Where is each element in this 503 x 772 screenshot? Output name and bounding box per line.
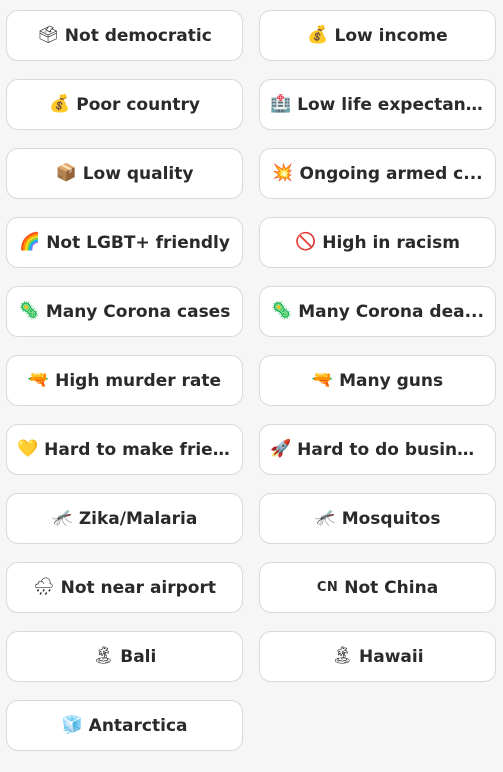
filter-chip-mosquitos[interactable]: 🦟 Mosquitos xyxy=(259,493,496,544)
filter-chip-label: Zika/Malaria xyxy=(78,508,198,529)
china-flag-icon: CN xyxy=(316,580,339,595)
filter-chip-zika-malaria[interactable]: 🦟 Zika/Malaria xyxy=(6,493,243,544)
filter-chip-label: Mosquitos xyxy=(341,508,441,529)
filter-chip-hard-to-do-business[interactable]: 🚀 Hard to do busine... xyxy=(259,424,496,475)
filter-chip-label: Many Corona dea... xyxy=(298,301,484,322)
microbe-icon: 🦠 xyxy=(271,301,293,321)
filter-chip-low-life-expectancy[interactable]: 🏥 Low life expectan... xyxy=(259,79,496,130)
filter-chip-low-quality[interactable]: 📦 Low quality xyxy=(6,148,243,199)
microbe-icon: 🦠 xyxy=(18,301,40,321)
filter-chip-label: Not democratic xyxy=(64,25,212,46)
water-pistol-icon: 🔫 xyxy=(27,370,50,390)
rocket-icon: 🚀 xyxy=(270,439,292,459)
filter-chip-label: Not China xyxy=(344,577,439,598)
water-pistol-icon: 🔫 xyxy=(311,370,334,390)
filter-chip-label: Antarctica xyxy=(88,715,188,736)
filter-chip-many-guns[interactable]: 🔫 Many guns xyxy=(259,355,496,406)
desert-island-icon: 🏝 xyxy=(331,646,354,666)
filter-chip-grid: 🗳 Not democratic 💰 Low income 💰 Poor cou… xyxy=(0,0,503,772)
ballot-box-icon: 🗳 xyxy=(37,25,59,45)
mosquito-icon: 🦟 xyxy=(51,508,73,528)
rainbow-icon: 🌈 xyxy=(19,232,41,252)
filter-chip-high-murder-rate[interactable]: 🔫 High murder rate xyxy=(6,355,243,406)
filter-chip-label: Not near airport xyxy=(60,577,216,598)
desert-island-icon: 🏝 xyxy=(92,646,115,666)
filter-chip-label: Hawaii xyxy=(359,646,424,667)
filter-chip-many-corona-deaths[interactable]: 🦠 Many Corona dea... xyxy=(259,286,496,337)
filter-chip-label: Bali xyxy=(120,646,157,667)
filter-chip-hard-to-make-friends[interactable]: 💛 Hard to make frie... xyxy=(6,424,243,475)
money-bag-icon: 💰 xyxy=(307,25,329,45)
prohibited-icon: 🚫 xyxy=(295,232,317,252)
filter-chip-label: Ongoing armed c... xyxy=(299,163,483,184)
filter-chip-label: High in racism xyxy=(322,232,460,253)
cloud-rain-icon: 🌧 xyxy=(33,577,55,597)
filter-chip-label: Low life expectan... xyxy=(297,94,485,115)
filter-chip-antarctica[interactable]: 🧊 Antarctica xyxy=(6,700,243,751)
filter-chip-bali[interactable]: 🏝 Bali xyxy=(6,631,243,682)
filter-chip-not-near-airport[interactable]: 🌧 Not near airport xyxy=(6,562,243,613)
filter-chip-poor-country[interactable]: 💰 Poor country xyxy=(6,79,243,130)
money-bag-icon: 💰 xyxy=(49,94,71,114)
filter-chip-high-in-racism[interactable]: 🚫 High in racism xyxy=(259,217,496,268)
filter-chip-low-income[interactable]: 💰 Low income xyxy=(259,10,496,61)
mosquito-icon: 🦟 xyxy=(314,508,336,528)
filter-chip-hawaii[interactable]: 🏝 Hawaii xyxy=(259,631,496,682)
filter-chip-label: Not LGBT+ friendly xyxy=(46,232,230,253)
filter-chip-not-china[interactable]: CN Not China xyxy=(259,562,496,613)
filter-chip-label: Poor country xyxy=(76,94,200,115)
package-icon: 📦 xyxy=(55,163,77,183)
filter-chip-many-corona-cases[interactable]: 🦠 Many Corona cases xyxy=(6,286,243,337)
filter-chip-label: Hard to make frie... xyxy=(44,439,232,460)
collision-icon: 💥 xyxy=(272,163,294,183)
ice-cube-icon: 🧊 xyxy=(61,715,83,735)
filter-chip-label: Hard to do busine... xyxy=(297,439,485,460)
filter-chip-label: Low income xyxy=(334,25,448,46)
filter-chip-label: Many Corona cases xyxy=(45,301,231,322)
heart-icon: 💛 xyxy=(17,439,39,459)
hospital-icon: 🏥 xyxy=(270,94,292,114)
filter-chip-label: High murder rate xyxy=(55,370,222,391)
filter-chip-not-lgbt-friendly[interactable]: 🌈 Not LGBT+ friendly xyxy=(6,217,243,268)
filter-chip-not-democratic[interactable]: 🗳 Not democratic xyxy=(6,10,243,61)
filter-chip-label: Many guns xyxy=(339,370,444,391)
filter-chip-label: Low quality xyxy=(82,163,194,184)
filter-chip-ongoing-armed-conflict[interactable]: 💥 Ongoing armed c... xyxy=(259,148,496,199)
